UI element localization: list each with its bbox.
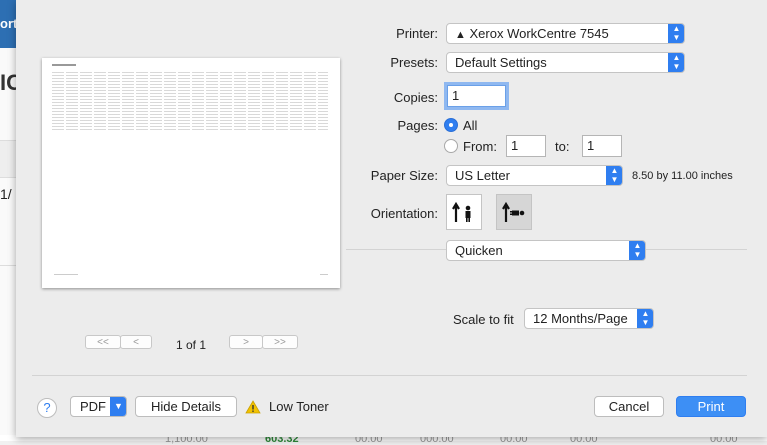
warning-icon: [245, 400, 261, 414]
page-counter: 1 of 1: [176, 338, 207, 352]
last-page-button[interactable]: >>: [262, 335, 298, 349]
scale-label: Scale to fit: [453, 312, 514, 327]
presets-value: Default Settings: [455, 55, 547, 70]
pages-to-label: to:: [555, 139, 570, 154]
cancel-button[interactable]: Cancel: [594, 396, 664, 417]
footer-divider: [32, 375, 747, 376]
background-heading: IC: [0, 70, 16, 95]
paper-size-value: US Letter: [455, 168, 510, 183]
printer-label: Printer:: [396, 26, 438, 41]
next-page-button[interactable]: >: [229, 335, 263, 349]
app-section-select[interactable]: Quicken ▲ ▼: [446, 240, 646, 261]
previous-page-button[interactable]: <: [120, 335, 152, 349]
first-page-button[interactable]: <<: [85, 335, 121, 349]
pages-all-label: All: [463, 118, 478, 133]
chevron-updown-icon: ▲ ▼: [606, 166, 622, 185]
background-title-bar: ort: [0, 0, 16, 48]
background-fraction: 1/ 2: [0, 186, 16, 202]
chevron-down-icon: ▼: [110, 397, 126, 416]
pdf-label: PDF: [80, 399, 106, 414]
pages-from-label: From:: [463, 139, 497, 154]
paper-size-label: Paper Size:: [370, 168, 438, 183]
pages-from-field[interactable]: 1: [506, 135, 546, 157]
chevron-updown-icon: ▲ ▼: [637, 309, 653, 328]
hide-details-button[interactable]: Hide Details: [135, 396, 237, 417]
presets-select[interactable]: Default Settings ▲ ▼: [446, 52, 685, 73]
pdf-menu-button[interactable]: PDF ▼: [70, 396, 127, 417]
copies-field[interactable]: 1: [447, 85, 506, 107]
scale-select[interactable]: 12 Months/Page ▲ ▼: [524, 308, 654, 329]
print-dialog: << < 1 of 1 > >> Printer: ▲ Xerox WorkCe…: [16, 0, 767, 437]
orientation-portrait-button[interactable]: [446, 194, 482, 230]
portrait-person-icon: [452, 201, 471, 222]
scale-value: 12 Months/Page: [533, 311, 628, 326]
paper-dimensions: 8.50 by 11.00 inches: [632, 170, 733, 182]
pages-label: Pages:: [397, 118, 438, 133]
orientation-landscape-button[interactable]: [496, 194, 532, 230]
help-button[interactable]: ?: [37, 398, 57, 418]
presets-label: Presets:: [390, 55, 438, 70]
background-strip: [0, 140, 16, 178]
paper-size-select[interactable]: US Letter ▲ ▼: [446, 165, 623, 186]
status-text: Low Toner: [269, 399, 329, 414]
landscape-person-icon: [502, 201, 525, 222]
pages-to-field[interactable]: 1: [582, 135, 622, 157]
chevron-updown-icon: ▲ ▼: [668, 24, 684, 43]
preview-table-columns: [52, 72, 328, 130]
page-preview: [42, 58, 340, 288]
chevron-updown-icon: ▲ ▼: [629, 241, 645, 260]
background-divider: [0, 265, 16, 266]
orientation-label: Orientation:: [370, 206, 438, 221]
print-button[interactable]: Print: [676, 396, 746, 417]
preview-title-line: [52, 64, 76, 66]
preview-footer-page: [320, 274, 328, 275]
printer-name: Xerox WorkCentre 7545: [469, 26, 609, 41]
copies-label: Copies:: [393, 90, 438, 105]
preview-footer-line: [54, 274, 78, 275]
pages-all-radio[interactable]: [444, 118, 458, 132]
printer-select[interactable]: ▲ Xerox WorkCentre 7545 ▲ ▼: [446, 23, 685, 44]
pages-range-radio[interactable]: [444, 139, 458, 153]
chevron-updown-icon: ▲ ▼: [668, 53, 684, 72]
app-section-value: Quicken: [455, 243, 503, 258]
warning-triangle-icon: ▲: [455, 29, 466, 41]
